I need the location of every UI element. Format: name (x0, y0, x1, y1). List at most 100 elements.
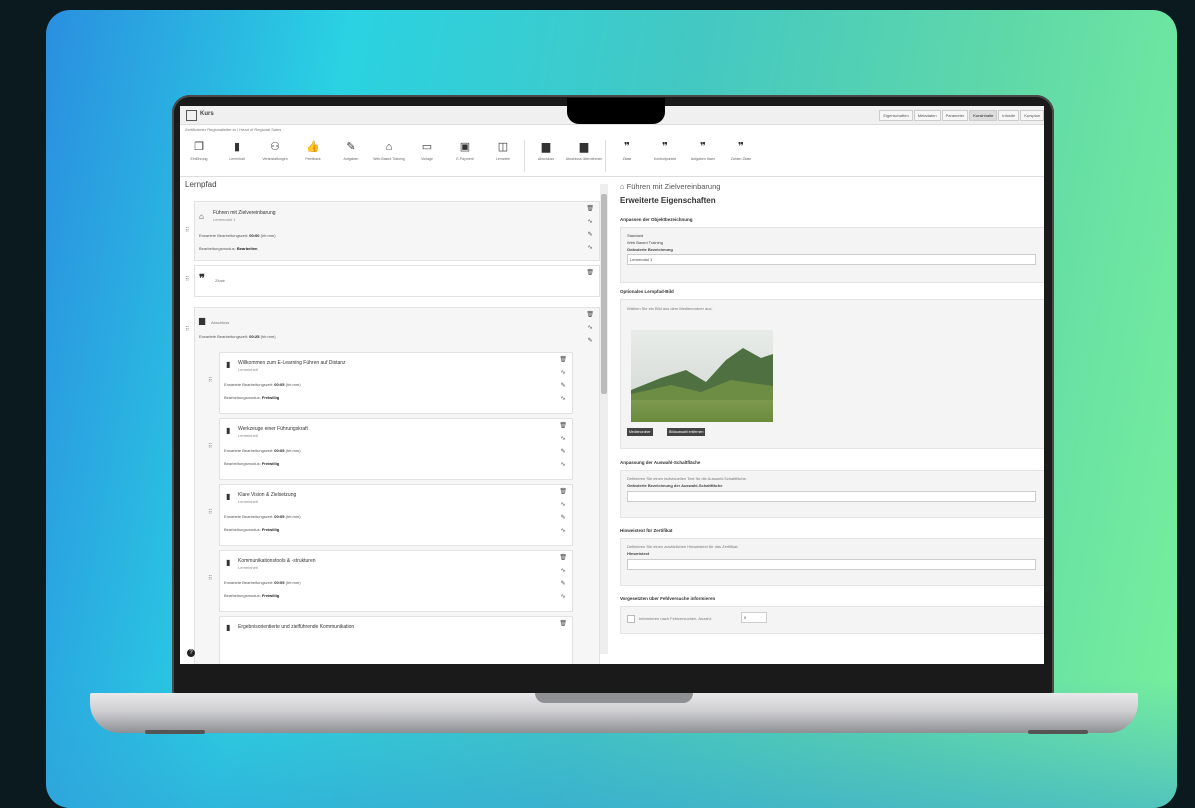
sub-card[interactable]: ⠿ ▮ Kommunikationstools & -strukturen Le… (208, 550, 573, 612)
toolbar-separator (524, 140, 525, 172)
link-icon[interactable]: ∿ (588, 219, 593, 226)
edit-icon[interactable]: ✎ (588, 338, 593, 345)
section-heading: Anpassung der Auswahl-Schaltfläche (620, 460, 701, 465)
delete-icon[interactable]: 🗑 (586, 270, 594, 277)
pen-icon: ✎ (346, 141, 356, 153)
link-icon[interactable]: ∿ (561, 436, 566, 443)
drag-handle-icon[interactable]: ⠿ (185, 276, 189, 283)
delete-icon[interactable]: 🗑 (586, 206, 594, 213)
tab-metadaten[interactable]: Metadaten (913, 110, 941, 121)
toolbar-button[interactable]: 👍 Feedback (294, 136, 332, 176)
remove-image-button[interactable]: Bildauswahl entfernen (667, 428, 706, 436)
toolbar-button[interactable]: ⚇ Veranstaltungen (256, 136, 294, 176)
card-actions: 🗑 ∿ ✎ ∿ (559, 357, 567, 403)
toolbar-button-label: Veranstaltungen (262, 157, 288, 161)
toolbar-button[interactable]: ▆ Abschluss übernehmen (565, 136, 603, 176)
toolbar-button[interactable]: ❞ Aufgaben lösen (684, 136, 722, 176)
field-label: Geänderte Bezeichnung der Auswahl-Schalt… (627, 483, 723, 488)
edit-icon[interactable]: ✎ (561, 383, 566, 390)
edit-icon[interactable]: ✎ (561, 449, 566, 456)
laptop-foot (1028, 730, 1088, 734)
book-icon: ▮ (226, 426, 231, 435)
landscape-image (631, 330, 773, 422)
tab-parameter[interactable]: Parameter (941, 110, 969, 121)
sub-card[interactable]: ⠿ ▮ Klare Vision & Zielsetzung Lerneinhe… (208, 484, 573, 546)
sub-card-title: Willkommen zum E-Learning Führen auf Dis… (238, 360, 346, 366)
toolbar-button-label: Einführung (190, 157, 208, 161)
panel-header-text: Führen mit Zielvereinbarung (626, 182, 721, 191)
toolbar-button[interactable]: ▆ Abschluss (527, 136, 565, 176)
card-title: Abschluss (211, 320, 230, 325)
field-label: Geänderte Bezeichnung (627, 247, 673, 252)
link-icon[interactable]: ∿ (561, 528, 566, 535)
toolbar-button[interactable]: ◫ Lernziele (484, 136, 522, 176)
delete-icon[interactable]: 🗑 (586, 312, 594, 319)
edit-icon[interactable]: ✎ (588, 232, 593, 239)
certificate-hint-input[interactable] (627, 559, 1036, 570)
tab-kursinhalte[interactable]: Kursinhalte (969, 110, 998, 121)
attempts-input[interactable]: 0 (741, 612, 767, 623)
card-subtitle: Lernmodul 1 (213, 217, 236, 222)
path-card-group[interactable]: ⠿ ▆ Abschluss Erwartete Bearbeitungszeit… (185, 307, 600, 664)
card-title: Zitate (215, 278, 226, 283)
tab-infosite[interactable]: Infosite (998, 110, 1020, 121)
delete-icon[interactable]: 🗑 (559, 489, 567, 496)
breadcrumb[interactable]: Zertifizierter Regionalleiter:in / Head … (185, 127, 281, 132)
robot-icon: ⌂ (385, 141, 393, 153)
toolbar-button[interactable]: ✎ Aufgaben (332, 136, 370, 176)
delete-icon[interactable]: 🗑 (559, 357, 567, 364)
scrollbar[interactable] (600, 184, 608, 654)
document-icon: ❐ (194, 141, 204, 153)
media-folder-button[interactable]: Medienordner (627, 428, 653, 436)
path-card[interactable]: ⠿ ❞ Zitate 🗑 (185, 265, 600, 297)
book-icon: ▮ (226, 558, 231, 567)
toolbar-button[interactable]: ▣ E-Payment (446, 136, 484, 176)
link-icon[interactable]: ∿ (561, 594, 566, 601)
tab-eigenschaften[interactable]: Eigenschaften (879, 110, 913, 121)
drag-handle-icon[interactable]: ⠿ (208, 509, 212, 516)
book-icon: ▮ (226, 623, 231, 632)
toolbar-button[interactable]: ⌂ Web Based Training (370, 136, 408, 176)
sub-card[interactable]: ▮ Ergebnisorientierte und zielführende K… (219, 616, 573, 664)
meta-unit: hh:mm (286, 448, 300, 453)
meta-label: Erwartete Bearbeitungszeit: (224, 448, 274, 453)
drag-handle-icon[interactable]: ⠿ (185, 227, 189, 234)
link-icon[interactable]: ∿ (588, 245, 593, 252)
toolbar-button[interactable]: ▮ Lerninhalt (218, 136, 256, 176)
path-card[interactable]: ⠿ ⌂ Führen mit Zielvereinbarung Lernmodu… (185, 201, 600, 261)
delete-icon[interactable]: 🗑 (559, 555, 567, 562)
toolbar-button[interactable]: ❐ Einführung (180, 136, 218, 176)
sub-card-title: Kommunikationstools & -strukturen (238, 558, 316, 564)
sub-card[interactable]: ⠿ ▮ Werkzeuge einer Führungskraft Lernei… (208, 418, 573, 480)
link-icon[interactable]: ∿ (561, 462, 566, 469)
drag-handle-icon[interactable]: ⠿ (208, 377, 212, 384)
sub-card[interactable]: ⠿ ▮ Willkommen zum E-Learning Führen auf… (208, 352, 573, 414)
edit-icon[interactable]: ✎ (561, 581, 566, 588)
meta-value: Bearbeiten (236, 246, 258, 251)
link-icon[interactable]: ∿ (561, 502, 566, 509)
link-icon[interactable]: ∿ (588, 325, 593, 332)
edit-icon[interactable]: ✎ (561, 515, 566, 522)
drag-handle-icon[interactable]: ⠿ (208, 443, 212, 450)
scrollbar-thumb[interactable] (601, 194, 607, 394)
toolbar-button[interactable]: ❞ Zitate (608, 136, 646, 176)
window-icon: ▭ (421, 141, 433, 153)
drag-handle-icon[interactable]: ⠿ (208, 575, 212, 582)
learning-path-panel: Lernpfad ⠿ ⌂ Führen mit Zielvereinbarung… (180, 177, 610, 664)
notify-checkbox[interactable] (627, 615, 635, 623)
quote-icon: ❞ (624, 141, 630, 153)
toolbar-button[interactable]: ❞ Zahlen Zitate (722, 136, 760, 176)
button-label-input[interactable] (627, 491, 1036, 502)
toolbar-button[interactable]: ❞ Kontrollpunkte (646, 136, 684, 176)
delete-icon[interactable]: 🗑 (559, 621, 567, 628)
link-icon[interactable]: ∿ (561, 568, 566, 575)
link-icon[interactable]: ∿ (561, 370, 566, 377)
tab-kursplan[interactable]: Kursplan (1020, 110, 1044, 121)
meta-value: 00:05 (274, 580, 285, 585)
custom-name-input[interactable]: Lernmodul 1 (627, 254, 1036, 265)
help-icon[interactable]: ? (187, 649, 195, 657)
toolbar-button[interactable]: ▭ Vorlage (408, 136, 446, 176)
delete-icon[interactable]: 🗑 (559, 423, 567, 430)
link-icon[interactable]: ∿ (561, 396, 566, 403)
drag-handle-icon[interactable]: ⠿ (185, 326, 189, 333)
